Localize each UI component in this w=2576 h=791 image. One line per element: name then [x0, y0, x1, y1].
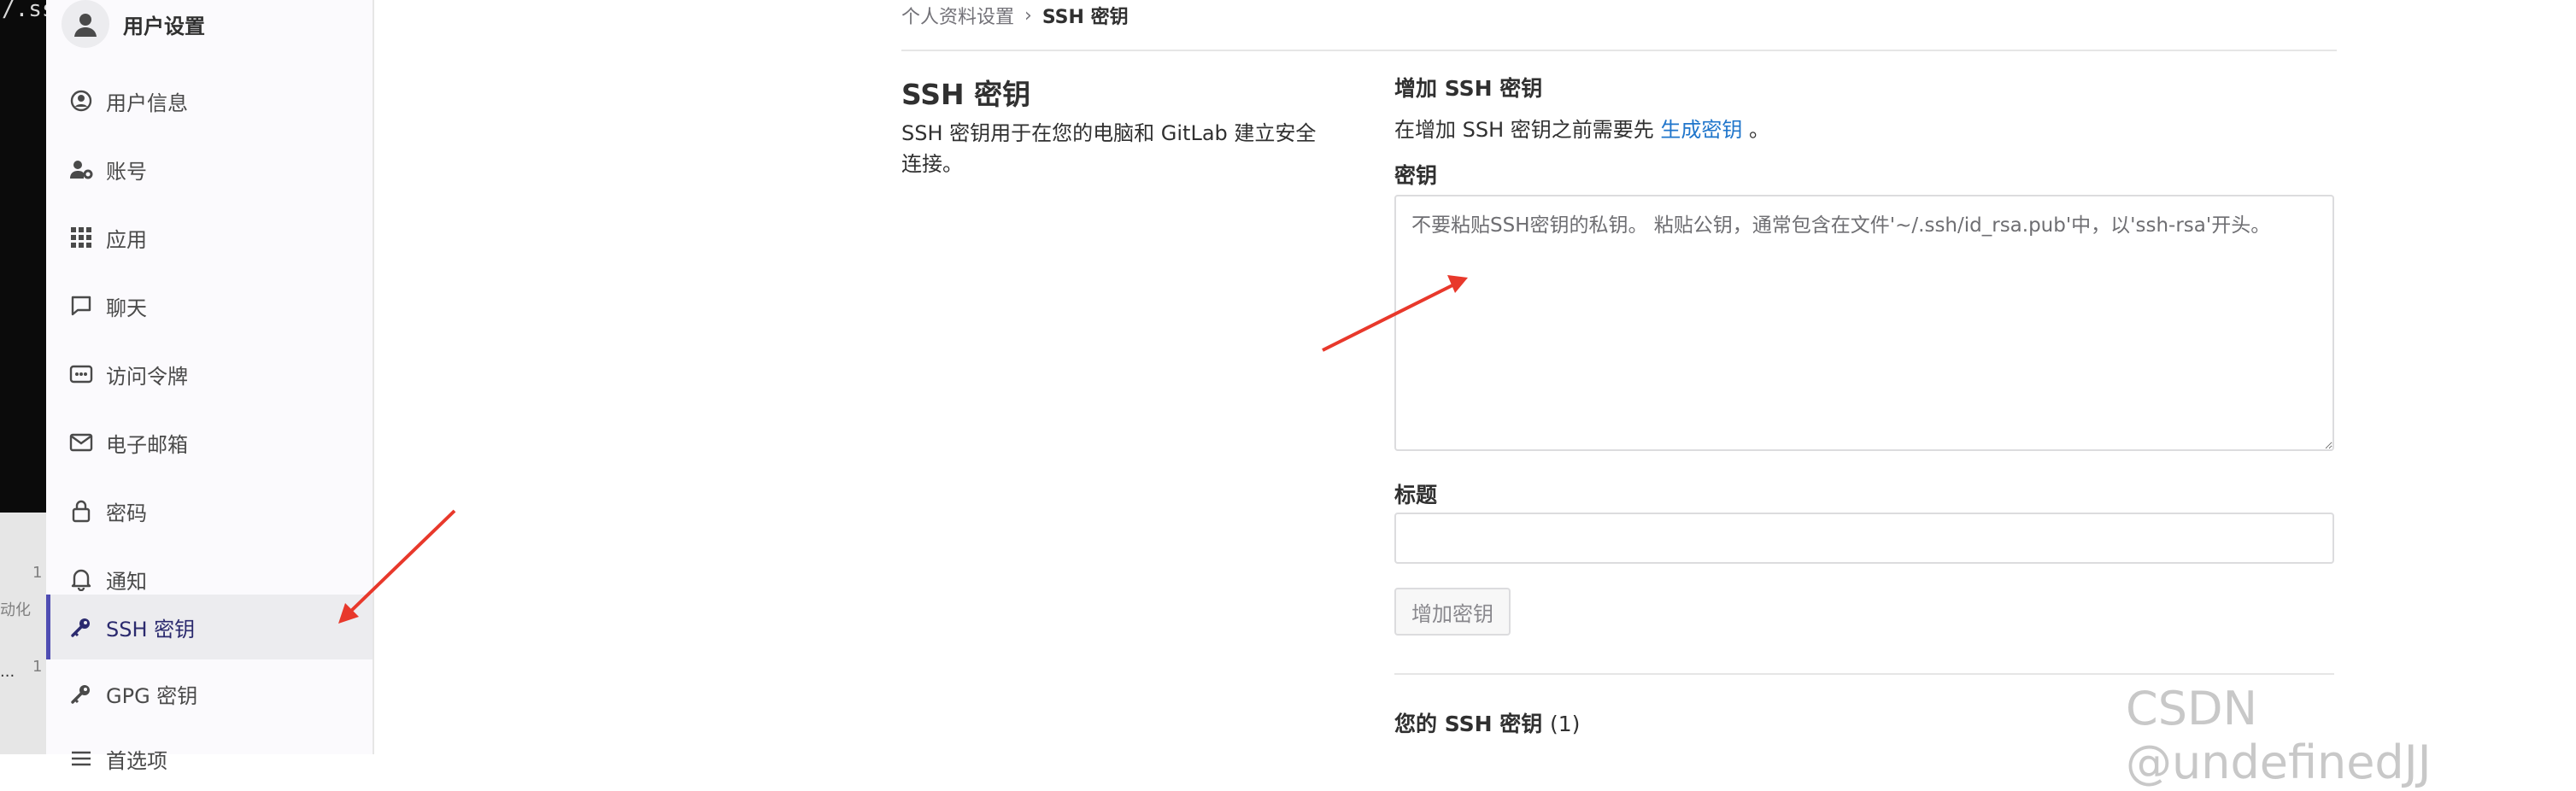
key-label: 密钥 — [1394, 163, 1438, 188]
add-key-hint: 在增加 SSH 密钥之前需要先 生成密钥 。 — [1394, 113, 1769, 143]
sidebar-item-applications[interactable]: 应用 — [46, 205, 373, 270]
sidebar-item-label: 聊天 — [106, 296, 147, 320]
breadcrumb-current: SSH 密钥 — [1042, 7, 1129, 28]
sidebar-title: 用户设置 — [123, 14, 205, 38]
sidebar-item-password[interactable]: 密码 — [46, 478, 373, 543]
applications-icon — [67, 223, 96, 252]
sidebar-item-label: 访问令牌 — [106, 364, 188, 389]
chevron-right-icon: › — [1024, 4, 1032, 26]
terminal-text: /.ss — [2, 0, 46, 22]
sidebar-item-label: 用户信息 — [106, 91, 188, 115]
sidebar-item-emails[interactable]: 电子邮箱 — [46, 410, 373, 475]
divider — [901, 50, 2337, 51]
title-label: 标题 — [1394, 483, 1438, 507]
key-icon — [67, 679, 96, 708]
user-avatar-icon[interactable] — [62, 0, 109, 48]
terminal-line: 1 — [32, 658, 43, 676]
token-icon — [67, 360, 96, 389]
your-keys-count: (1) — [1549, 712, 1581, 736]
sidebar-item-chat[interactable]: 聊天 — [46, 273, 373, 338]
account-icon — [67, 155, 96, 184]
profile-icon — [67, 86, 96, 115]
mail-icon — [67, 428, 96, 457]
add-key-heading: 增加 SSH 密钥 — [1394, 76, 1543, 101]
breadcrumb-parent[interactable]: 个人资料设置 — [901, 2, 1014, 29]
sidebar-header: 用户设置 — [62, 0, 205, 48]
hint-prefix: 在增加 SSH 密钥之前需要先 — [1394, 118, 1661, 142]
terminal-line: 1 — [32, 564, 43, 582]
breadcrumb: 个人资料设置 › SSH 密钥 — [901, 2, 1129, 29]
section-description: SSH 密钥用于在您的电脑和 GitLab 建立安全连接。 — [901, 121, 1317, 176]
sidebar-item-label: GPG 密钥 — [106, 683, 198, 708]
sidebar-item-label: 账号 — [106, 159, 147, 184]
sidebar-item-account[interactable]: 账号 — [46, 137, 373, 202]
terminal-lower-panel: 1 动化 1 ... — [0, 513, 46, 754]
preferences-icon — [67, 744, 96, 773]
bell-icon — [67, 565, 96, 594]
key-icon — [67, 612, 96, 642]
chat-icon — [67, 291, 96, 320]
sidebar-item-label: 首选项 — [106, 748, 167, 773]
sidebar-item-preferences[interactable]: 首选项 — [46, 726, 373, 791]
sidebar-item-profile[interactable]: 用户信息 — [46, 68, 373, 133]
sidebar-item-label: SSH 密钥 — [106, 617, 196, 642]
terminal-line: 动化 — [0, 601, 31, 619]
sidebar-item-gpg-keys[interactable]: GPG 密钥 — [46, 661, 373, 726]
sidebar-item-label: 电子邮箱 — [106, 432, 188, 457]
sidebar-item-label: 密码 — [106, 501, 147, 525]
generate-key-link[interactable]: 生成密钥 — [1660, 118, 1742, 142]
lock-icon — [67, 496, 96, 525]
terminal-line: ... — [0, 663, 15, 681]
sidebar-item-access-tokens[interactable]: 访问令牌 — [46, 342, 373, 407]
your-keys-label: 您的 SSH 密钥 — [1394, 712, 1543, 736]
section-title: SSH 密钥 — [901, 78, 1031, 111]
your-keys-heading: 您的 SSH 密钥 (1) — [1394, 707, 1580, 738]
add-key-button[interactable]: 增加密钥 — [1394, 588, 1511, 636]
terminal-background: /.ss — [0, 0, 46, 513]
watermark: CSDN @undefinedJJ — [2126, 682, 2432, 789]
sidebar-item-label: 应用 — [106, 227, 147, 252]
settings-sidebar: 用户设置 用户信息 账号 应用 聊天 访问令牌 电子邮箱 密码 通知 SSH 密… — [46, 0, 374, 773]
divider — [1394, 673, 2334, 675]
sidebar-item-ssh-keys[interactable]: SSH 密钥 — [46, 595, 373, 659]
title-input[interactable] — [1394, 513, 2334, 564]
sidebar-item-label: 通知 — [106, 569, 147, 594]
hint-suffix: 。 — [1742, 118, 1770, 142]
key-textarea[interactable] — [1394, 195, 2334, 451]
